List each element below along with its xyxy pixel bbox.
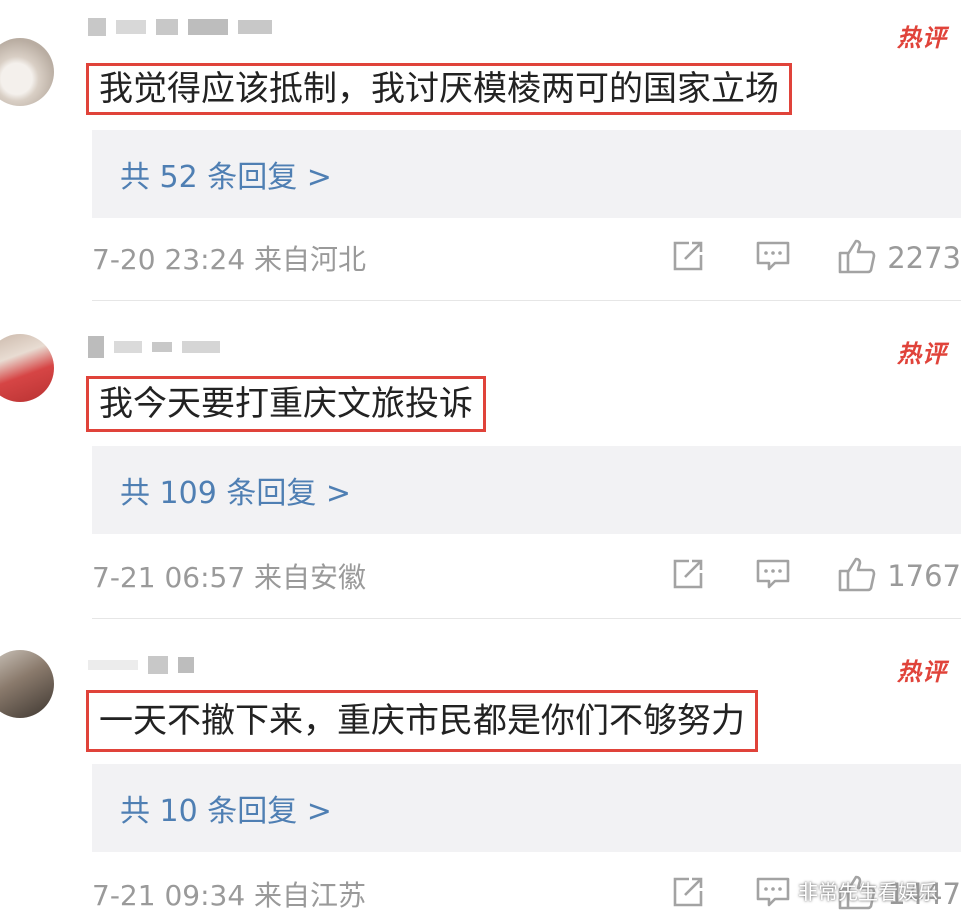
comment-text: 我今天要打重庆文旅投诉 — [86, 376, 486, 432]
hot-comment-badge: 热评 — [897, 24, 947, 52]
avatar[interactable] — [0, 334, 54, 402]
share-icon[interactable] — [671, 557, 705, 595]
comment-icon[interactable] — [755, 239, 791, 277]
share-icon[interactable] — [671, 239, 705, 277]
action-bar: 2273 — [671, 237, 961, 279]
replies-link[interactable]: 共 52 条回复 > — [92, 130, 961, 218]
username-blurred[interactable] — [88, 652, 194, 678]
comment-icon[interactable] — [755, 875, 791, 913]
divider — [92, 300, 961, 301]
username-blurred[interactable] — [88, 14, 272, 40]
action-bar: 1767 — [671, 555, 961, 597]
like-icon[interactable] — [837, 237, 877, 279]
comment-text: 一天不撤下来，重庆市民都是你们不够努力 — [86, 690, 758, 752]
timestamp-location: 7-20 23:24 来自河北 — [92, 243, 367, 276]
replies-link[interactable]: 共 10 条回复 > — [92, 764, 961, 852]
timestamp-location: 7-21 06:57 来自安徽 — [92, 561, 367, 594]
avatar[interactable] — [0, 650, 54, 718]
comment-meta: 7-20 23:24 来自河北 2273 — [92, 236, 961, 280]
watermark: 非常先生看娱乐 — [798, 880, 938, 904]
hot-comment-badge: 热评 — [897, 658, 947, 686]
avatar[interactable] — [0, 38, 54, 106]
like-count: 2273 — [887, 241, 961, 275]
divider — [92, 618, 961, 619]
comment-meta: 7-21 06:57 来自安徽 1767 — [92, 554, 961, 598]
hot-comment-badge: 热评 — [897, 340, 947, 368]
comment-icon[interactable] — [755, 557, 791, 595]
like-icon[interactable] — [837, 555, 877, 597]
comment-text: 我觉得应该抵制，我讨厌模棱两可的国家立场 — [86, 63, 792, 115]
replies-link[interactable]: 共 109 条回复 > — [92, 446, 961, 534]
share-icon[interactable] — [671, 875, 705, 913]
username-blurred[interactable] — [88, 334, 220, 360]
timestamp-location: 7-21 09:34 来自江苏 — [92, 879, 367, 912]
like-count: 1767 — [887, 559, 961, 593]
